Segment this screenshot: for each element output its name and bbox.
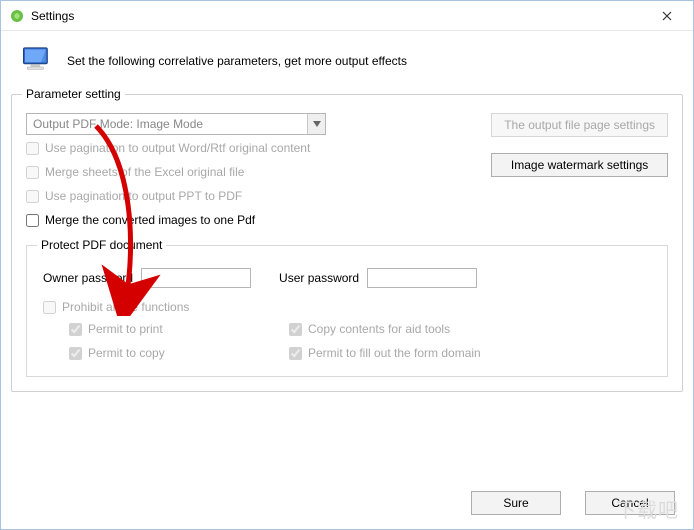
check-copy-aid[interactable]: Copy contents for aid tools [289,322,651,336]
settings-window: Settings Set the following correlative p… [0,0,694,530]
titlebar: Settings [1,1,693,31]
header: Set the following correlative parameters… [1,31,693,86]
parameter-group: Parameter setting Output PDF Mode: Image… [11,94,683,392]
close-icon [662,11,672,21]
sure-button[interactable]: Sure [471,491,561,515]
user-password-input[interactable] [367,268,477,288]
check-prohibit-all[interactable]: Prohibit all the functions [43,300,651,314]
check-pagination-word[interactable]: Use pagination to output Word/Rtf origin… [26,141,326,155]
app-icon [9,8,25,24]
check-permit-print[interactable]: Permit to print [69,322,269,336]
footer: Sure Cancel [1,481,693,529]
user-password-label: User password [279,271,359,285]
chevron-down-icon [307,114,325,134]
page-settings-button: The output file page settings [491,113,668,137]
check-permit-copy[interactable]: Permit to copy [69,346,269,360]
close-button[interactable] [647,2,687,30]
parameter-legend: Parameter setting [22,87,125,101]
check-merge-excel[interactable]: Merge sheets of the Excel original file [26,165,326,179]
owner-password-input[interactable] [141,268,251,288]
check-merge-images[interactable]: Merge the converted images to one Pdf [26,213,326,227]
header-text: Set the following correlative parameters… [67,54,407,68]
check-permit-form[interactable]: Permit to fill out the form domain [289,346,651,360]
check-pagination-ppt[interactable]: Use pagination to output PPT to PDF [26,189,326,203]
protect-legend: Protect PDF document [37,238,166,252]
watermark-settings-button[interactable]: Image watermark settings [491,153,668,177]
owner-password-label: Owner password [43,271,133,285]
monitor-icon [21,45,53,76]
output-mode-value: Output PDF Mode: Image Mode [33,117,203,131]
output-mode-select[interactable]: Output PDF Mode: Image Mode [26,113,326,135]
protect-group: Protect PDF document Owner password User… [26,245,668,377]
cancel-button[interactable]: Cancel [585,491,675,515]
window-title: Settings [25,9,647,23]
